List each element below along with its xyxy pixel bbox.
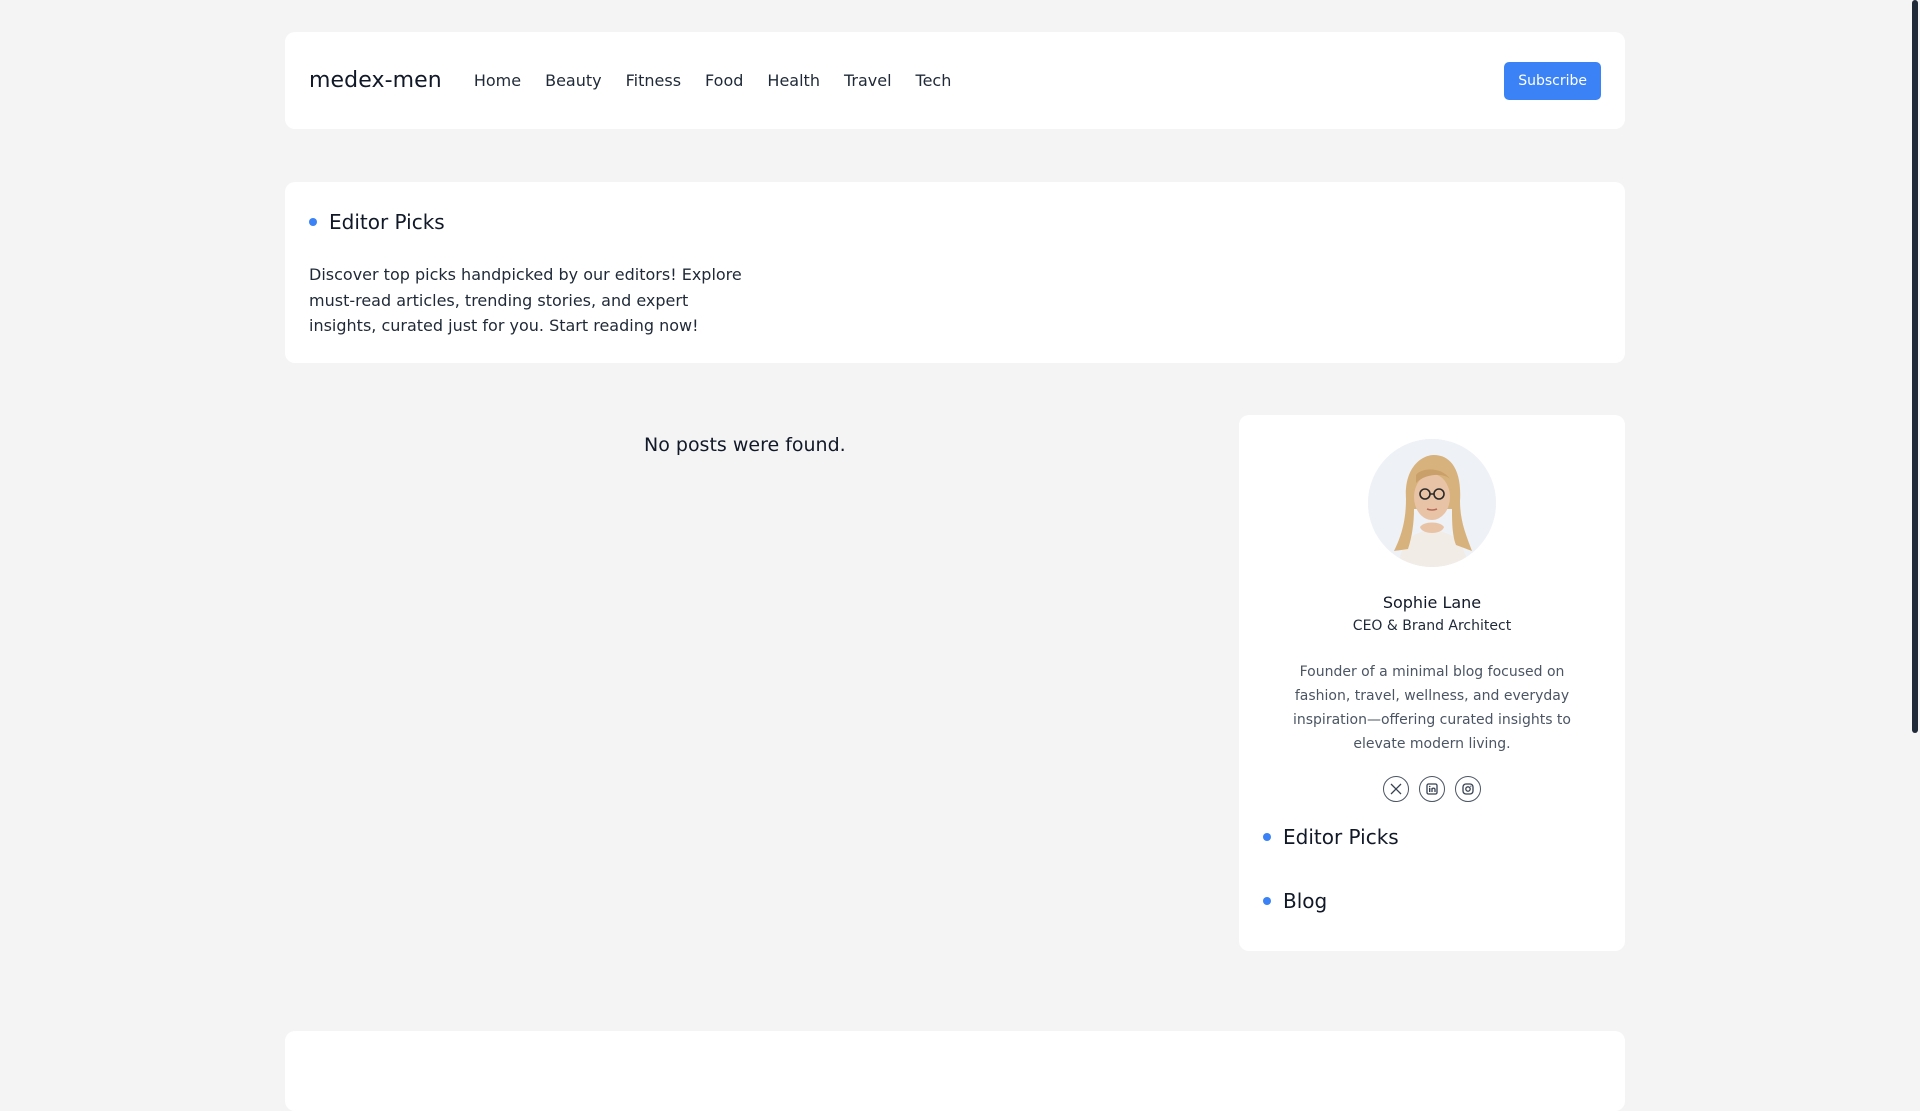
author-portrait-icon (1368, 439, 1496, 567)
author-name: Sophie Lane (1382, 593, 1482, 612)
nav-health[interactable]: Health (767, 71, 820, 90)
x-logo-icon (1390, 783, 1402, 795)
hero-description: Discover top picks handpicked by our edi… (309, 265, 742, 335)
no-posts-message: No posts were found. (644, 434, 846, 456)
x-icon[interactable] (1383, 776, 1409, 802)
author-bio: Founder of a minimal blog focused on fas… (1292, 664, 1571, 752)
editor-picks-hero: Editor Picks Discover top picks handpick… (285, 182, 1625, 363)
footer-card (285, 1031, 1625, 1111)
nav-fitness[interactable]: Fitness (626, 71, 681, 90)
scrollbar-thumb[interactable] (1912, 0, 1918, 733)
sidebar-link-label: Editor Picks (1283, 825, 1399, 849)
bullet-dot-icon (309, 218, 317, 226)
bullet-dot-icon (1263, 897, 1271, 905)
site-header: medex-men Home Beauty Fitness Food Healt… (285, 32, 1625, 129)
linkedin-icon[interactable] (1419, 776, 1445, 802)
main-nav: Home Beauty Fitness Food Health Travel T… (474, 71, 976, 90)
nav-food[interactable]: Food (705, 71, 743, 90)
author-sidebar: Sophie Lane CEO & Brand Architect Founde… (1239, 415, 1625, 951)
nav-home[interactable]: Home (474, 71, 521, 90)
sidebar-link-blog[interactable]: Blog (1263, 886, 1601, 916)
hero-title: Editor Picks (309, 210, 1601, 234)
author-avatar (1368, 439, 1496, 567)
page-scrollbar[interactable] (1910, 0, 1920, 1080)
linkedin-logo-icon (1426, 783, 1438, 795)
instagram-icon[interactable] (1455, 776, 1481, 802)
subscribe-button[interactable]: Subscribe (1504, 61, 1601, 100)
instagram-logo-icon (1462, 783, 1474, 795)
sidebar-link-editor-picks[interactable]: Editor Picks (1263, 822, 1601, 852)
site-logo[interactable]: medex-men (309, 68, 442, 93)
nav-travel[interactable]: Travel (844, 71, 892, 90)
sidebar-links: Editor Picks Blog (1263, 822, 1601, 916)
social-links (1263, 776, 1601, 802)
nav-beauty[interactable]: Beauty (545, 71, 602, 90)
hero-title-text: Editor Picks (329, 210, 445, 234)
author-role: CEO & Brand Architect (1352, 618, 1512, 634)
sidebar-link-label: Blog (1283, 889, 1328, 913)
nav-tech[interactable]: Tech (916, 71, 952, 90)
bullet-dot-icon (1263, 833, 1271, 841)
